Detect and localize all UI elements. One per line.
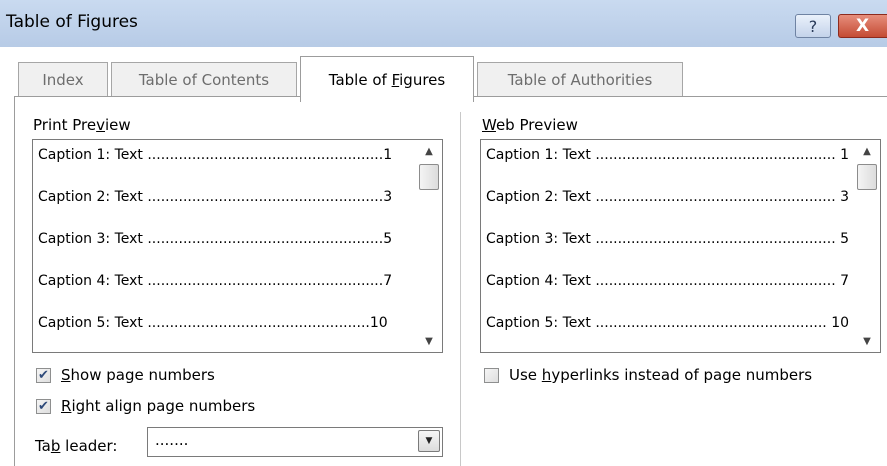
scroll-thumb[interactable]: [857, 164, 877, 190]
tab-table-of-figures-label: Table of Figures: [328, 70, 446, 89]
web-preview-item[interactable]: Caption 2: Text ........................…: [486, 189, 849, 205]
web-preview-item[interactable]: Caption 1: Text ........................…: [486, 147, 849, 163]
web-preview-item[interactable]: Caption 4: Text ........................…: [486, 273, 849, 289]
print-preview-item: Caption 5: Text ........................…: [38, 315, 388, 331]
print-preview-item: Caption 2: Text ........................…: [38, 189, 393, 205]
web-preview-item[interactable]: Caption 5: Text ........................…: [486, 315, 849, 331]
scroll-down-arrow-icon[interactable]: ▼: [854, 330, 880, 352]
tab-leader-label: Tab leader:: [35, 437, 118, 455]
print-preview-label: Print Preview: [33, 116, 131, 134]
print-preview-item: Caption 1: Text ........................…: [38, 147, 393, 163]
window-title: Table of Figures: [6, 12, 138, 32]
scroll-up-arrow-icon[interactable]: ▲: [416, 140, 442, 162]
print-preview-box: Caption 1: Text ........................…: [32, 139, 443, 353]
use-hyperlinks-label: Use hyperlinks instead of page numbers: [509, 366, 813, 384]
right-align-page-numbers-label: Right align page numbers: [61, 397, 256, 415]
web-preview-box: Caption 1: Text ........................…: [480, 139, 881, 353]
tab-index-label: Index: [42, 70, 84, 89]
tab-leader-value: .......: [155, 431, 189, 449]
tab-index[interactable]: Index: [18, 62, 108, 96]
scroll-up-arrow-icon[interactable]: ▲: [854, 140, 880, 162]
tab-table-of-contents-label: Table of Contents: [138, 70, 270, 89]
right-align-page-numbers-checkbox[interactable]: ✔ Right align page numbers: [36, 397, 255, 415]
tab-table-of-figures[interactable]: Table of Figures: [300, 56, 474, 102]
show-page-numbers-label: Show page numbers: [61, 366, 215, 384]
web-preview-item[interactable]: Caption 3: Text ........................…: [486, 231, 849, 247]
section-divider: [460, 112, 461, 466]
use-hyperlinks-checkbox[interactable]: Use hyperlinks instead of page numbers: [484, 366, 812, 384]
help-icon: ?: [808, 16, 818, 36]
web-preview-scrollbar[interactable]: ▲ ▼: [854, 140, 880, 352]
tab-leader-select[interactable]: ....... ▼: [147, 427, 443, 457]
show-page-numbers-checkbox[interactable]: ✔ Show page numbers: [36, 366, 215, 384]
scroll-thumb[interactable]: [419, 164, 439, 190]
chevron-down-icon[interactable]: ▼: [418, 430, 440, 452]
help-button[interactable]: ?: [795, 14, 831, 38]
checkbox-checked-icon[interactable]: ✔: [36, 367, 51, 383]
scroll-down-arrow-icon[interactable]: ▼: [416, 330, 442, 352]
print-preview-scrollbar[interactable]: ▲ ▼: [416, 140, 442, 352]
close-button[interactable]: X: [838, 14, 887, 38]
title-bar: Table of Figures ? X: [0, 0, 887, 47]
web-preview-label: Web Preview: [482, 116, 578, 134]
tab-table-of-contents[interactable]: Table of Contents: [111, 62, 297, 96]
tab-table-of-authorities[interactable]: Table of Authorities: [477, 62, 683, 96]
print-preview-item: Caption 3: Text ........................…: [38, 231, 393, 247]
checkbox-checked-icon[interactable]: ✔: [36, 398, 51, 414]
close-icon: X: [856, 16, 870, 36]
checkbox-unchecked-icon[interactable]: [484, 367, 499, 383]
print-preview-item: Caption 4: Text ........................…: [38, 273, 393, 289]
tab-table-of-authorities-label: Table of Authorities: [507, 70, 653, 89]
